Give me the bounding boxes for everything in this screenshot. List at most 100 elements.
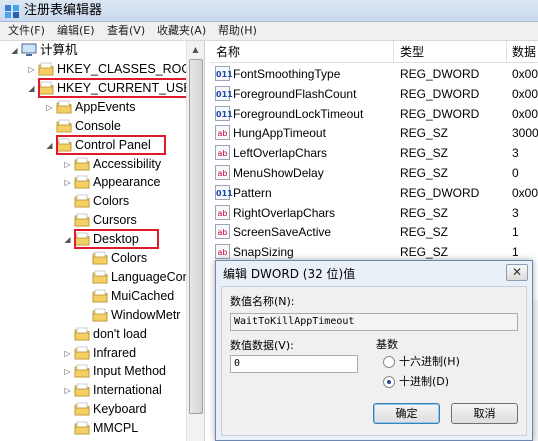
dword-value-icon: 011 — [215, 184, 233, 200]
cell-data: 3 — [512, 205, 519, 220]
collapse-arrow-icon[interactable]: ◢ — [45, 141, 54, 150]
cell-type: REG_SZ — [400, 245, 449, 260]
column-header-data[interactable]: 数据 — [512, 44, 536, 60]
dec-radio-label[interactable]: 十进制(D) — [399, 375, 449, 389]
list-row[interactable]: 011 ForegroundLockTimeout REG_DWORD 0x00 — [210, 104, 538, 124]
tree-node-label: HKEY_CLASSES_ROOT — [57, 62, 199, 76]
edit-dword-dialog: 编辑 DWORD (32 位)值 ✕ 数值名称(N): WaitToKillAp… — [215, 260, 533, 441]
tree-node-label: HKEY_CURRENT_USER — [57, 81, 201, 95]
cell-name: FontSmoothingType — [233, 67, 341, 81]
expand-arrow-icon — [63, 405, 72, 414]
menu-view[interactable]: 查看(V) — [107, 24, 145, 38]
column-divider[interactable] — [506, 41, 507, 63]
registry-tree[interactable]: ◢ 计算机 ▷ HKEY_CLASSES_ROOT ◢ HKEY_CURRENT_US… — [0, 41, 205, 441]
tree-node-label: WindowMetr — [111, 308, 181, 322]
scrollbar-thumb[interactable] — [189, 59, 203, 414]
tree-node-label: don't load — [93, 327, 147, 341]
column-header-name[interactable]: 名称 — [216, 44, 240, 60]
tree-node-label: Accessibility — [93, 157, 162, 171]
folder-icon — [92, 270, 108, 284]
expand-arrow-icon — [63, 197, 72, 206]
list-row[interactable]: ab MenuShowDelay REG_SZ 0 — [210, 163, 538, 183]
tree-node-label: Appearance — [93, 175, 161, 189]
scroll-up-arrow-icon[interactable]: ▲ — [187, 41, 204, 58]
folder-icon — [74, 383, 90, 397]
dec-radio[interactable] — [383, 376, 395, 388]
folder-icon — [74, 327, 90, 341]
dword-value-icon: 011 — [215, 85, 233, 101]
list-row[interactable]: 011 FontSmoothingType REG_DWORD 0x00 — [210, 64, 538, 84]
cell-data: 0x00 — [512, 185, 538, 200]
cell-name: LeftOverlapChars — [233, 146, 328, 161]
folder-icon — [38, 62, 54, 76]
tree-node-label: MMCPL — [93, 421, 139, 435]
list-row[interactable]: 011 Pattern REG_DWORD 0x00 — [210, 183, 538, 203]
expand-arrow-icon — [81, 311, 90, 320]
cell-type: REG_DWORD — [400, 106, 480, 121]
cell-name: Pattern — [233, 185, 272, 200]
tree-node-label: Control Panel — [75, 138, 151, 152]
list-row[interactable]: ab LeftOverlapChars REG_SZ 3 — [210, 143, 538, 163]
value-data-label: 数值数据(V): — [230, 339, 294, 352]
tree-scrollbar[interactable]: ▲ — [186, 41, 204, 441]
cell-type: REG_DWORD — [400, 185, 480, 200]
expand-arrow-icon[interactable]: ▷ — [45, 103, 54, 112]
list-row[interactable]: 011 ForegroundFlashCount REG_DWORD 0x00 — [210, 84, 538, 104]
expand-arrow-icon[interactable]: ▷ — [63, 386, 72, 395]
tree-node-label: Infrared — [93, 346, 137, 360]
tree-node-label: MuiCached — [111, 289, 175, 303]
cell-data: 3 — [512, 146, 519, 161]
list-row[interactable]: ab HungAppTimeout REG_SZ 3000 — [210, 123, 538, 143]
collapse-arrow-icon[interactable]: ◢ — [27, 84, 36, 93]
expand-arrow-icon — [81, 292, 90, 301]
cell-type: REG_SZ — [400, 166, 449, 180]
cell-type: REG_SZ — [400, 225, 449, 240]
expand-arrow-icon[interactable]: ▷ — [63, 349, 72, 358]
window-title: 注册表编辑器 — [24, 3, 103, 18]
column-divider[interactable] — [393, 41, 394, 63]
expand-arrow-icon — [81, 273, 90, 282]
cancel-button[interactable]: 取消 — [451, 403, 518, 424]
regedit-window: 注册表编辑器 文件(F) 编辑(E) 查看(V) 收藏夹(A) 帮助(H) ◢ … — [0, 0, 538, 441]
cell-name: HungAppTimeout — [233, 126, 326, 141]
list-row[interactable]: ab ScreenSaveActive REG_SZ 1 — [210, 222, 538, 242]
value-name-label: 数值名称(N): — [230, 295, 295, 308]
base-group-label: 基数 — [376, 338, 398, 351]
tree-node-label: Colors — [93, 194, 130, 208]
menu-bar: 文件(F) 编辑(E) 查看(V) 收藏夹(A) 帮助(H) — [0, 22, 538, 41]
folder-icon — [74, 421, 90, 435]
computer-icon — [21, 43, 37, 56]
expand-arrow-icon — [63, 216, 72, 225]
hex-radio[interactable] — [383, 356, 395, 368]
menu-file[interactable]: 文件(F) — [8, 24, 45, 38]
string-value-icon: ab — [215, 224, 230, 240]
menu-favorites[interactable]: 收藏夹(A) — [157, 24, 206, 38]
expand-arrow-icon[interactable]: ▷ — [63, 178, 72, 187]
dword-value-icon: 011 — [215, 66, 233, 81]
close-button[interactable]: ✕ — [506, 264, 528, 281]
folder-icon — [92, 308, 108, 322]
cell-name: SnapSizing — [233, 245, 294, 260]
expand-arrow-icon — [45, 122, 54, 131]
collapse-arrow-icon[interactable]: ◢ — [63, 235, 72, 244]
expand-arrow-icon[interactable]: ▷ — [63, 160, 72, 169]
list-row[interactable]: ab RightOverlapChars REG_SZ 3 — [210, 203, 538, 223]
tree-node-label: Keyboard — [93, 402, 147, 416]
expand-arrow-icon[interactable]: ▷ — [27, 65, 36, 74]
folder-icon — [74, 402, 90, 416]
folder-icon — [56, 100, 72, 114]
tree-node-label: Colors — [111, 251, 148, 265]
cell-data: 0x00 — [512, 67, 538, 81]
folder-icon — [74, 346, 90, 360]
column-header-type[interactable]: 类型 — [400, 44, 424, 60]
cell-type: REG_SZ — [400, 126, 449, 141]
list-header: 名称 类型 数据 — [210, 41, 538, 63]
expand-arrow-icon[interactable]: ▷ — [63, 367, 72, 376]
menu-edit[interactable]: 编辑(E) — [57, 24, 95, 38]
collapse-arrow-icon[interactable]: ◢ — [10, 46, 19, 55]
ok-button[interactable]: 确定 — [373, 403, 440, 424]
hex-radio-label[interactable]: 十六进制(H) — [399, 355, 460, 369]
value-data-input[interactable]: 0 — [230, 355, 358, 373]
cell-data: 3000 — [512, 126, 538, 141]
menu-help[interactable]: 帮助(H) — [218, 24, 257, 38]
